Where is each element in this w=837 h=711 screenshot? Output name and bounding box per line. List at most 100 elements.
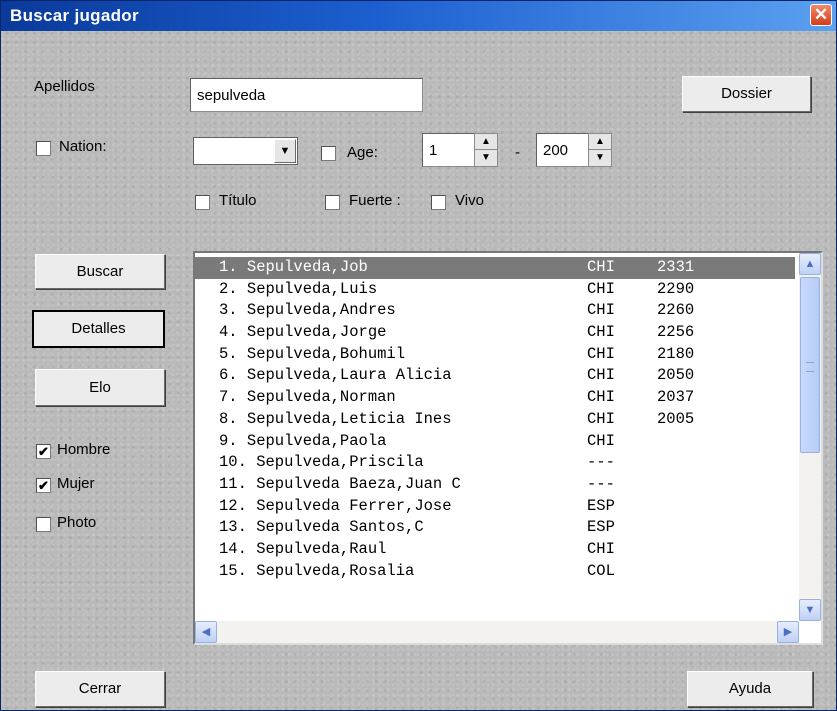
age-label: Age: xyxy=(347,144,378,161)
scroll-left-icon[interactable]: ◀ xyxy=(195,621,217,643)
player-elo: 2256 xyxy=(657,323,695,342)
player-name: 6. Sepulveda,Laura Alicia xyxy=(219,366,452,385)
player-federation: CHI xyxy=(587,301,615,320)
player-name: 7. Sepulveda,Norman xyxy=(219,388,396,407)
scroll-right-icon[interactable]: ▶ xyxy=(777,621,799,643)
spin-up-icon[interactable]: ▲ xyxy=(589,134,611,150)
player-federation: ESP xyxy=(587,496,615,515)
elo-button[interactable]: Elo xyxy=(35,369,165,406)
detalles-button[interactable]: Detalles xyxy=(32,310,165,348)
player-federation: ESP xyxy=(587,518,615,537)
list-item[interactable]: 10. Sepulveda,Priscila --- xyxy=(195,452,795,474)
player-name: 8. Sepulveda,Leticia Ines xyxy=(219,409,452,428)
list-item[interactable]: 9. Sepulveda,Paola CHI xyxy=(195,431,795,453)
filter-label: Photo xyxy=(57,514,97,531)
list-item[interactable]: 1. Sepulveda,Job CHI 2331 xyxy=(195,257,795,279)
age-max-input[interactable] xyxy=(536,133,596,167)
dossier-button[interactable]: Dossier xyxy=(682,76,811,112)
player-federation: CHI xyxy=(587,539,615,558)
player-elo: 2331 xyxy=(657,258,695,276)
player-federation: CHI xyxy=(587,366,615,385)
titulo-label: Título xyxy=(219,192,257,209)
player-name: 13. Sepulveda Santos,C xyxy=(219,518,424,537)
player-federation: COL xyxy=(587,561,615,580)
list-item[interactable]: 8. Sepulveda,Leticia Ines CHI 2005 xyxy=(195,409,795,431)
grip-icon xyxy=(806,362,814,372)
list-item[interactable]: 13. Sepulveda Santos,C ESP xyxy=(195,517,795,539)
filter-checkbox[interactable]: ✔ xyxy=(36,444,51,459)
list-item[interactable]: 7. Sepulveda,Norman CHI 2037 xyxy=(195,387,795,409)
player-name: 2. Sepulveda,Luis xyxy=(219,279,378,298)
age-max-stepper[interactable]: ▲ ▼ xyxy=(588,133,612,167)
list-item[interactable]: 6. Sepulveda,Laura Alicia CHI 2050 xyxy=(195,365,795,387)
player-name: 14. Sepulveda,Raul xyxy=(219,539,387,558)
horizontal-scrollbar[interactable]: ◀ ▶ xyxy=(195,621,799,643)
fuerte-checkbox[interactable] xyxy=(325,195,340,210)
title-bar: Buscar jugador ✕ xyxy=(1,1,836,31)
player-name: 11. Sepulveda Baeza,Juan C xyxy=(219,474,461,493)
spin-down-icon[interactable]: ▼ xyxy=(475,150,497,165)
nation-checkbox[interactable] xyxy=(36,141,51,156)
titulo-checkbox[interactable] xyxy=(195,195,210,210)
player-federation: CHI xyxy=(587,431,615,450)
player-federation: CHI xyxy=(587,279,615,298)
vertical-scrollbar[interactable]: ▲ ▼ xyxy=(799,253,821,621)
vivo-label: Vivo xyxy=(455,192,484,209)
age-min-input[interactable] xyxy=(422,133,482,167)
player-name: 15. Sepulveda,Rosalia xyxy=(219,561,415,580)
player-federation: --- xyxy=(587,474,615,493)
player-federation: CHI xyxy=(587,258,615,276)
player-federation: --- xyxy=(587,453,615,472)
results-rows: 1. Sepulveda,Job CHI 2331 2. Sepulveda,Luis… xyxy=(195,257,795,615)
nation-select[interactable]: ▼ xyxy=(193,137,298,165)
age-separator: - xyxy=(515,144,520,161)
scroll-down-icon[interactable]: ▼ xyxy=(799,599,821,621)
chevron-down-icon[interactable]: ▼ xyxy=(274,139,296,163)
results-list[interactable]: 1. Sepulveda,Job CHI 2331 2. Sepulveda,Luis… xyxy=(193,251,823,645)
age-min-stepper[interactable]: ▲ ▼ xyxy=(474,133,498,167)
filter-checkbox[interactable] xyxy=(36,517,51,532)
player-federation: CHI xyxy=(587,409,615,428)
player-name: 4. Sepulveda,Jorge xyxy=(219,323,387,342)
player-name: 9. Sepulveda,Paola xyxy=(219,431,387,450)
player-name: 10. Sepulveda,Priscila xyxy=(219,453,424,472)
list-item[interactable]: 2. Sepulveda,Luis CHI 2290 xyxy=(195,279,795,301)
buscar-button[interactable]: Buscar xyxy=(35,254,165,289)
player-elo: 2180 xyxy=(657,344,695,363)
age-checkbox[interactable] xyxy=(321,146,336,161)
filter-checkbox[interactable]: ✔ xyxy=(36,478,51,493)
player-federation: CHI xyxy=(587,344,615,363)
apellidos-input[interactable] xyxy=(190,78,423,112)
list-item[interactable]: 11. Sepulveda Baeza,Juan C --- xyxy=(195,474,795,496)
spin-down-icon[interactable]: ▼ xyxy=(589,150,611,165)
player-elo: 2050 xyxy=(657,366,695,385)
nation-label: Nation: xyxy=(59,138,107,155)
scroll-thumb[interactable] xyxy=(800,277,820,453)
list-item[interactable]: 15. Sepulveda,Rosalia COL xyxy=(195,561,795,583)
ayuda-button[interactable]: Ayuda xyxy=(687,671,813,707)
buscar-jugador-dialog: Buscar jugador ✕ Apellidos Dossier Natio… xyxy=(0,0,837,711)
player-name: 3. Sepulveda,Andres xyxy=(219,301,396,320)
player-elo: 2037 xyxy=(657,388,695,407)
list-item[interactable]: 14. Sepulveda,Raul CHI xyxy=(195,539,795,561)
player-elo: 2260 xyxy=(657,301,695,320)
window-title: Buscar jugador xyxy=(10,6,139,25)
player-name: 1. Sepulveda,Job xyxy=(219,258,368,276)
fuerte-label: Fuerte : xyxy=(349,192,401,209)
cerrar-button[interactable]: Cerrar xyxy=(35,671,165,707)
player-name: 12. Sepulveda Ferrer,Jose xyxy=(219,496,452,515)
list-item[interactable]: 3. Sepulveda,Andres CHI 2260 xyxy=(195,300,795,322)
player-federation: CHI xyxy=(587,323,615,342)
list-item[interactable]: 12. Sepulveda Ferrer,Jose ESP xyxy=(195,496,795,518)
filter-label: Hombre xyxy=(57,441,111,458)
player-elo: 2005 xyxy=(657,409,695,428)
filter-label: Mujer xyxy=(57,475,95,492)
player-federation: CHI xyxy=(587,388,615,407)
scroll-up-icon[interactable]: ▲ xyxy=(799,253,821,275)
apellidos-label: Apellidos xyxy=(34,78,95,95)
vivo-checkbox[interactable] xyxy=(431,195,446,210)
spin-up-icon[interactable]: ▲ xyxy=(475,134,497,150)
close-icon[interactable]: ✕ xyxy=(810,4,832,26)
list-item[interactable]: 4. Sepulveda,Jorge CHI 2256 xyxy=(195,322,795,344)
list-item[interactable]: 5. Sepulveda,Bohumil CHI 2180 xyxy=(195,344,795,366)
